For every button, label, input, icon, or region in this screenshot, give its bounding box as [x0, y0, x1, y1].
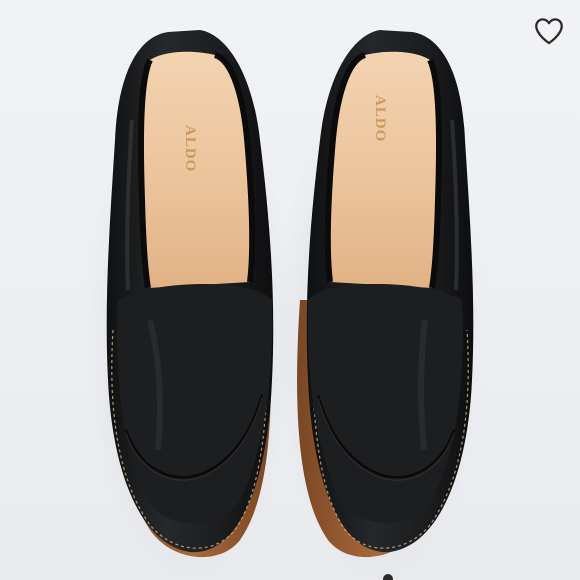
product-image: ALDO ALDO [85, 30, 485, 580]
heart-outline-icon [535, 18, 563, 45]
brand-stamp-left: ALDO [182, 125, 198, 172]
right-shoe: ALDO [297, 30, 474, 558]
product-photo-viewer: ALDO ALDO [0, 0, 580, 580]
left-shoe: ALDO [106, 30, 274, 558]
brand-stamp-right: ALDO [372, 95, 388, 142]
like-button[interactable] [526, 8, 572, 54]
carousel-dot[interactable] [383, 574, 393, 580]
